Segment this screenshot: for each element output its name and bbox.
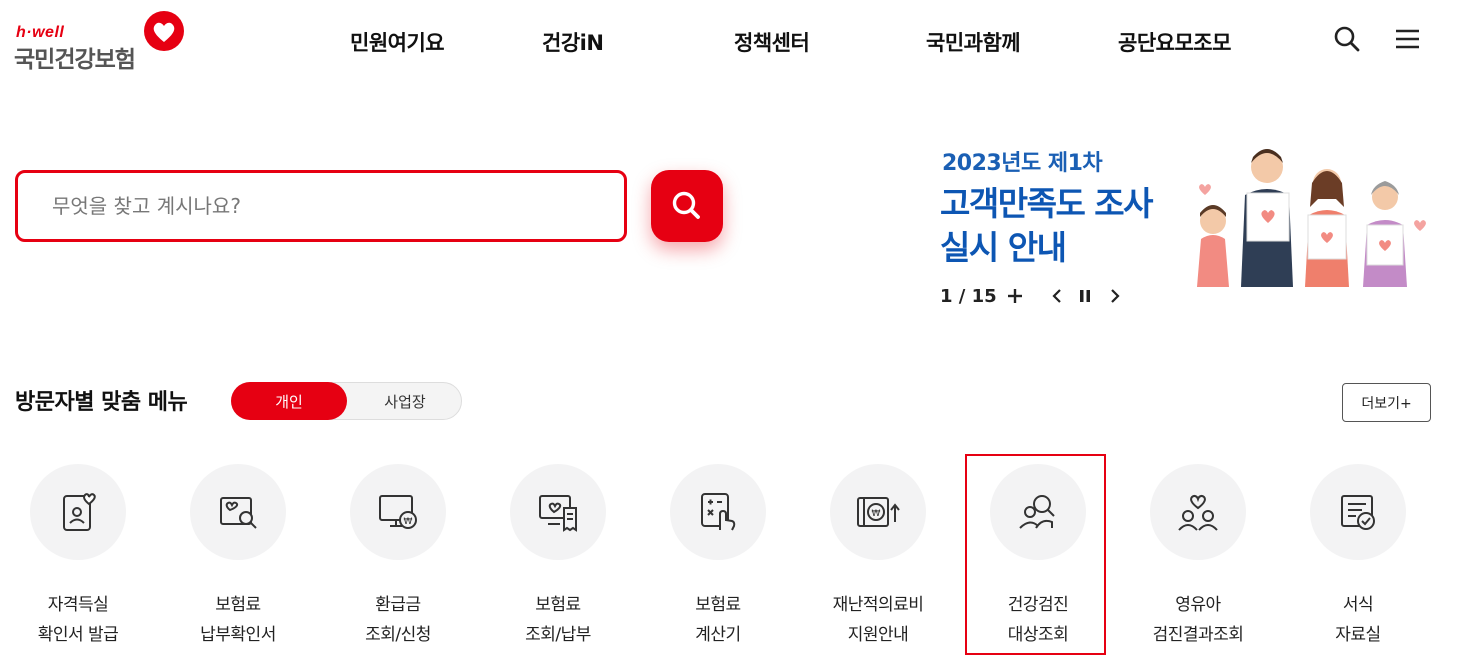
search-box [15, 170, 627, 242]
menu-label-line1: 보험료 [535, 595, 581, 615]
plus-icon[interactable] [1003, 284, 1027, 308]
pause-icon[interactable] [1073, 284, 1097, 308]
menu-label-line1: 자격득실 [47, 595, 109, 615]
menu-label-line1: 재난적의료비 [832, 595, 924, 615]
menu-label-line1: 서식 [1342, 595, 1374, 615]
toggle-business[interactable]: 사업장 [347, 382, 463, 420]
wallet-won-icon: ₩ [857, 497, 900, 527]
banner-line3: 실시 안내 [940, 228, 1067, 267]
menu-label-line2: 검진결과조회 [1152, 625, 1244, 645]
search-icon [672, 191, 700, 219]
menu-label-line2: 조회/납부 [525, 625, 591, 645]
document-search-icon [220, 497, 257, 529]
menu-label-line2: 지원안내 [847, 625, 909, 645]
nav-item-health-in[interactable]: 건강iN [542, 22, 604, 62]
logo[interactable]: h·well 국민건강보험 [14, 8, 189, 73]
menu-item-infant-checkup-results[interactable]: 영유아 검진결과조회 [1128, 464, 1268, 654]
promo-banner[interactable]: 2023년도 제1차 고객만족도 조사 실시 안내 [930, 135, 1435, 287]
nav-item-about-nhis[interactable]: 공단요모조모 [1118, 22, 1231, 62]
menu-label-line2: 조회/신청 [365, 625, 431, 645]
toggle-individual[interactable]: 개인 [231, 382, 347, 420]
family-heart-icon [1178, 494, 1218, 531]
menu-label-line1: 환급금 [375, 595, 421, 615]
menu-item-premium-calculator[interactable]: 보험료 계산기 [648, 464, 788, 654]
visitor-type-toggle: 개인 사업장 [231, 382, 462, 420]
search-icon[interactable] [1332, 24, 1362, 54]
menu-label-line1: 보험료 [695, 595, 741, 615]
menu-item-premium-inquiry-payment[interactable]: 보험료 조회/납부 [488, 464, 628, 654]
menu-item-refund-inquiry[interactable]: ₩ 환급금 조회/신청 [328, 464, 468, 654]
menu-label-line2: 납부확인서 [200, 625, 276, 645]
menu-label-line2: 확인서 발급 [37, 625, 119, 645]
banner-line1: 2023년도 제1차 [942, 151, 1103, 176]
menu-label-line1: 영유아 [1175, 595, 1221, 615]
nav-item-with-citizens[interactable]: 국민과함께 [926, 22, 1021, 62]
banner-pager: 1 / 15 [940, 285, 997, 307]
menu-item-forms-library[interactable]: 서식 자료실 [1288, 464, 1428, 654]
menu-label-line2: 계산기 [695, 625, 741, 645]
banner-family-illustration [1197, 149, 1426, 287]
menu-label-line2: 자료실 [1335, 625, 1381, 645]
hamburger-menu-icon[interactable] [1393, 24, 1423, 54]
heart-logo-icon [144, 11, 184, 51]
menu-label-line1: 보험료 [215, 595, 261, 615]
highlight-box [965, 454, 1106, 655]
search-input[interactable] [18, 173, 624, 239]
menu-item-eligibility-certificate[interactable]: 자격득실 확인서 발급 [8, 464, 148, 654]
chevron-right-icon[interactable] [1103, 284, 1127, 308]
chevron-left-icon[interactable] [1045, 284, 1069, 308]
monitor-receipt-icon [539, 495, 577, 532]
more-button[interactable]: 더보기+ [1342, 383, 1431, 422]
id-card-heart-icon [63, 493, 96, 531]
menu-item-catastrophic-medical-support[interactable]: ₩ 재난적의료비 지원안내 [808, 464, 948, 654]
logo-name: 국민건강보험 [14, 47, 136, 73]
banner-line2: 고객만족도 조사 [940, 184, 1154, 223]
form-check-icon [1341, 495, 1375, 530]
svg-text:₩: ₩ [404, 517, 413, 527]
menu-item-premium-payment-certificate[interactable]: 보험료 납부확인서 [168, 464, 308, 654]
svg-text:₩: ₩ [872, 509, 881, 519]
search-button[interactable] [651, 170, 723, 242]
calculator-icon [701, 493, 736, 531]
nav-item-civil-service[interactable]: 민원여기요 [350, 22, 445, 62]
nav-item-policy-center[interactable]: 정책센터 [734, 22, 810, 62]
monitor-won-icon: ₩ [379, 495, 417, 529]
section-title: 방문자별 맞춤 메뉴 [15, 390, 188, 415]
